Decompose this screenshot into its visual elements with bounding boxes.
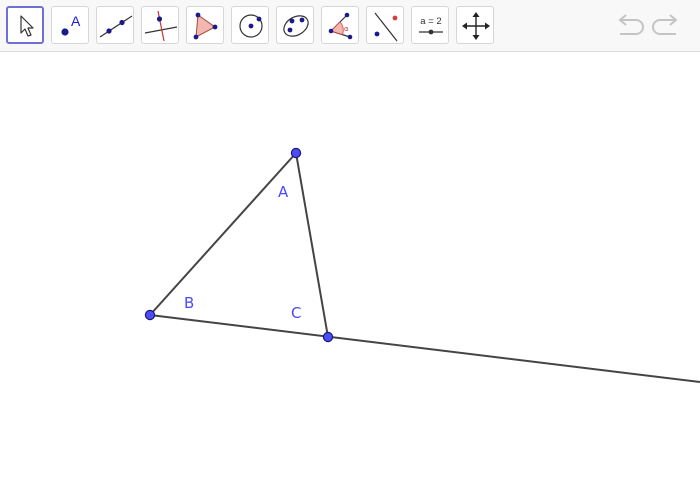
label-c: C: [291, 304, 301, 322]
perpendicular-line-icon: [144, 10, 178, 42]
angle-tool-button[interactable]: α: [321, 6, 359, 44]
geometry-canvas[interactable]: A B C: [0, 53, 700, 500]
vertex-point-c[interactable]: [322, 331, 334, 343]
move-tool-button[interactable]: [6, 6, 44, 44]
point-icon: A: [61, 13, 81, 36]
svg-text:a = 2: a = 2: [420, 16, 441, 27]
reflect-tool-button[interactable]: [366, 6, 404, 44]
redo-arrow-icon: [652, 14, 678, 35]
vertex-point-b[interactable]: [144, 309, 156, 321]
circle-with-center-icon: [239, 14, 263, 38]
label-a: A: [278, 183, 289, 201]
four-way-arrow-icon: [462, 12, 490, 40]
graphics-view[interactable]: A B C: [0, 53, 700, 500]
cursor-arrow-icon: [20, 15, 34, 37]
line-through-two-points-icon: [99, 15, 133, 38]
move-graphics-view-tool-button[interactable]: [456, 6, 494, 44]
perpendicular-line-tool-button[interactable]: [141, 6, 179, 44]
undo-arrow-icon: [618, 14, 644, 35]
svg-text:A: A: [71, 13, 81, 29]
redo-button[interactable]: [650, 10, 684, 42]
label-b: B: [184, 294, 194, 312]
ellipse-icon: [283, 15, 309, 37]
reflect-about-line-icon: [374, 12, 398, 42]
conic-tool-button[interactable]: [276, 6, 314, 44]
slider-tool-button[interactable]: a = 2: [411, 6, 449, 44]
svg-text:α: α: [344, 25, 349, 33]
ray-b-through-c[interactable]: [149, 314, 700, 383]
circle-tool-button[interactable]: [231, 6, 269, 44]
vertex-point-a[interactable]: [290, 147, 302, 159]
slider-icon: a = 2: [419, 16, 443, 35]
triangle-polygon-icon: [193, 12, 218, 40]
undo-button[interactable]: [612, 10, 646, 42]
segment-b-a[interactable]: [149, 152, 297, 316]
angle-icon: α: [328, 12, 353, 40]
point-tool-button[interactable]: A: [51, 6, 89, 44]
line-tool-button[interactable]: [96, 6, 134, 44]
toolbar: A α a = 2: [0, 0, 700, 52]
polygon-tool-button[interactable]: [186, 6, 224, 44]
